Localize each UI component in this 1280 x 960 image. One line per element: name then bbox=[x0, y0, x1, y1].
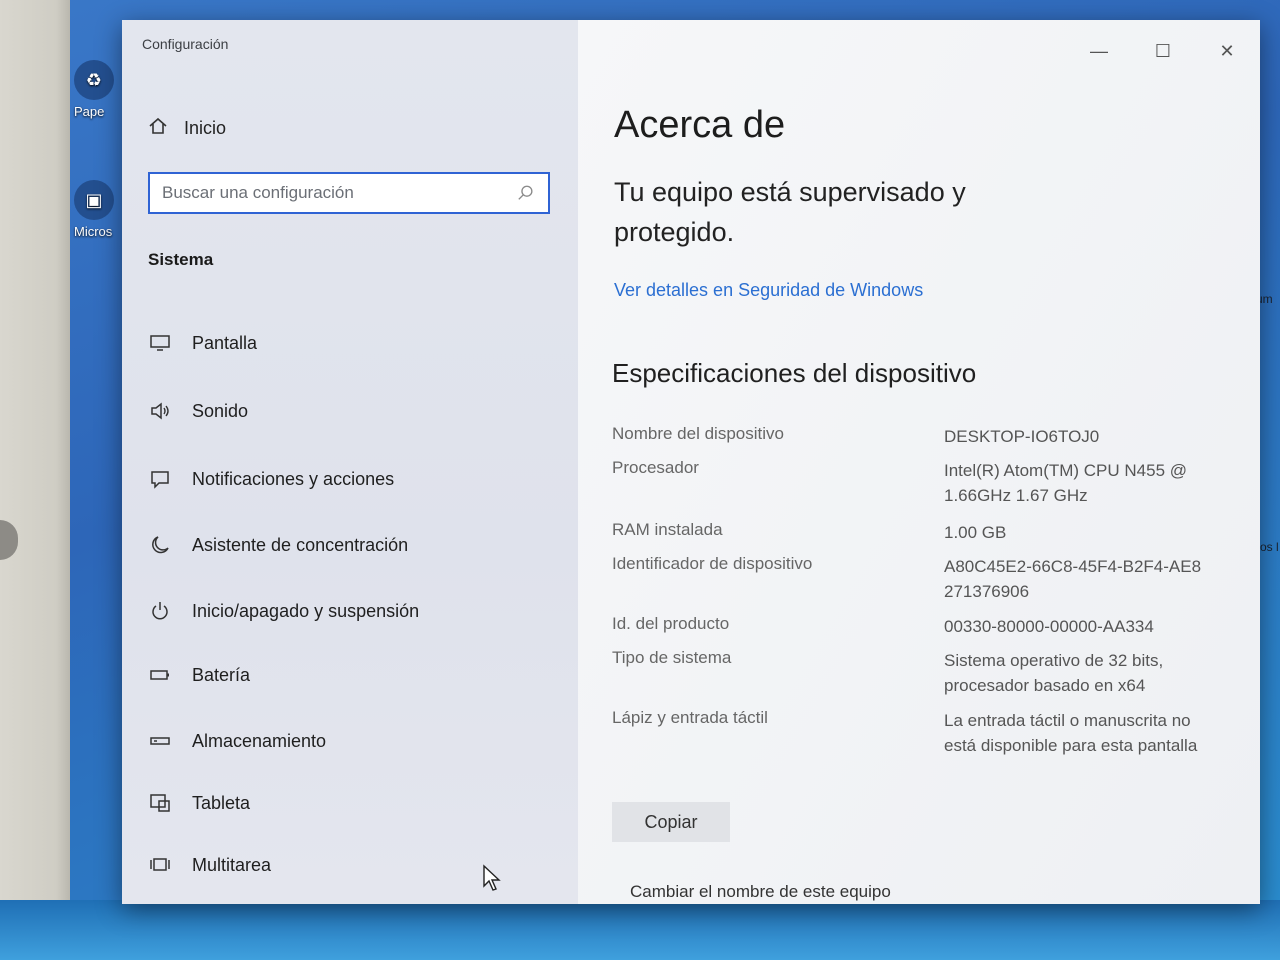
page-title: Acerca de bbox=[614, 104, 786, 146]
desktop-icon-label: Micros bbox=[74, 224, 113, 239]
sidebar-item-label: Tableta bbox=[192, 792, 251, 813]
sidebar-item-pantalla[interactable]: Pantalla bbox=[148, 332, 257, 354]
desktop-icon-recycle-bin[interactable]: ♻ Pape bbox=[74, 60, 114, 119]
spec-value: La entrada táctil o manuscrita no está d… bbox=[944, 711, 1198, 755]
monitor-bezel bbox=[0, 0, 70, 960]
spec-value: 1.00 GB bbox=[944, 523, 1007, 542]
spec-label: RAM instalada bbox=[612, 520, 723, 539]
window-title: Configuración bbox=[142, 36, 229, 52]
sidebar-item-label: Almacenamiento bbox=[192, 730, 327, 751]
notification-icon bbox=[148, 468, 172, 490]
multitask-icon bbox=[148, 854, 172, 876]
spec-label: Identificador de dispositivo bbox=[612, 554, 813, 573]
sidebar-item-tableta[interactable]: Tableta bbox=[148, 792, 250, 814]
close-button[interactable]: ✕ bbox=[1214, 38, 1240, 64]
sidebar-item-asistente[interactable]: Asistente de concentración bbox=[148, 534, 408, 556]
main-content: — ☐ ✕ Acerca de Tu equipo está supervisa… bbox=[578, 20, 1260, 904]
battery-icon bbox=[148, 664, 172, 686]
home-label: Inicio bbox=[184, 118, 227, 138]
sidebar-item-label: Notificaciones y acciones bbox=[192, 468, 395, 489]
desktop-bottom-area bbox=[0, 900, 1280, 960]
moon-icon bbox=[148, 534, 172, 556]
rename-pc-button[interactable]: Cambiar el nombre de este equipo bbox=[630, 882, 891, 902]
sidebar-item-multitarea[interactable]: Multitarea bbox=[148, 854, 271, 876]
section-label: Sistema bbox=[148, 250, 214, 269]
sidebar: Configuración Inicio Sistema Pantalla So… bbox=[122, 20, 578, 904]
home-icon bbox=[148, 116, 168, 141]
spec-value: Intel(R) Atom(TM) CPU N455 @ 1.66GHz 1.6… bbox=[944, 461, 1188, 505]
search-box[interactable] bbox=[148, 172, 550, 214]
sidebar-item-inicio-apagado[interactable]: Inicio/apagado y suspensión bbox=[148, 600, 419, 622]
app-shortcut-icon: ▣ bbox=[74, 180, 114, 220]
sidebar-item-notificaciones[interactable]: Notificaciones y acciones bbox=[148, 468, 394, 490]
search-icon[interactable] bbox=[512, 179, 540, 207]
sidebar-item-sonido[interactable]: Sonido bbox=[148, 400, 248, 422]
sidebar-item-label: Inicio/apagado y suspensión bbox=[192, 600, 420, 621]
sidebar-item-label: Batería bbox=[192, 664, 251, 685]
storage-icon bbox=[148, 730, 172, 752]
sidebar-item-label: Multitarea bbox=[192, 854, 272, 875]
security-details-link[interactable]: Ver detalles en Seguridad de Windows bbox=[614, 280, 923, 301]
home-link[interactable]: Inicio bbox=[148, 116, 226, 141]
maximize-button[interactable]: ☐ bbox=[1150, 38, 1176, 64]
spec-label: Tipo de sistema bbox=[612, 648, 732, 667]
spec-value: A80C45E2-66C8-45F4-B2F4-AE8271376906 bbox=[944, 557, 1202, 601]
sidebar-item-label: Asistente de concentración bbox=[192, 534, 409, 555]
spec-value: 00330-80000-00000-AA334 bbox=[944, 617, 1154, 636]
settings-window: Configuración Inicio Sistema Pantalla So… bbox=[122, 20, 1260, 904]
sidebar-item-label: Sonido bbox=[192, 400, 249, 421]
monitor-icon bbox=[148, 332, 172, 354]
spec-value: Sistema operativo de 32 bits, procesador… bbox=[944, 651, 1164, 695]
spec-label: Id. del producto bbox=[612, 614, 730, 633]
desktop-icon-label: Pape bbox=[74, 104, 105, 119]
spec-value: DESKTOP-IO6TOJ0 bbox=[944, 427, 1100, 446]
copy-button[interactable]: Copiar bbox=[612, 802, 730, 842]
spec-label: Procesador bbox=[612, 458, 699, 477]
sidebar-item-label: Pantalla bbox=[192, 332, 258, 353]
sidebar-item-bateria[interactable]: Batería bbox=[148, 664, 250, 686]
tablet-icon bbox=[148, 792, 172, 814]
search-input[interactable] bbox=[150, 174, 512, 212]
speaker-icon bbox=[148, 400, 172, 422]
specs-heading: Especificaciones del dispositivo bbox=[612, 358, 977, 388]
mouse-cursor-icon bbox=[483, 864, 501, 891]
protection-status: Tu equipo está supervisado y protegido. bbox=[614, 177, 966, 247]
sidebar-item-almacenamiento[interactable]: Almacenamiento bbox=[148, 730, 326, 752]
window-controls: — ☐ ✕ bbox=[1086, 38, 1240, 64]
spec-label: Nombre del dispositivo bbox=[612, 424, 784, 443]
minimize-button[interactable]: — bbox=[1086, 38, 1112, 64]
power-icon bbox=[148, 600, 172, 622]
desktop-icon-app[interactable]: ▣ Micros bbox=[74, 180, 114, 239]
recycle-bin-icon: ♻ bbox=[74, 60, 114, 100]
spec-label: Lápiz y entrada táctil bbox=[612, 708, 768, 727]
